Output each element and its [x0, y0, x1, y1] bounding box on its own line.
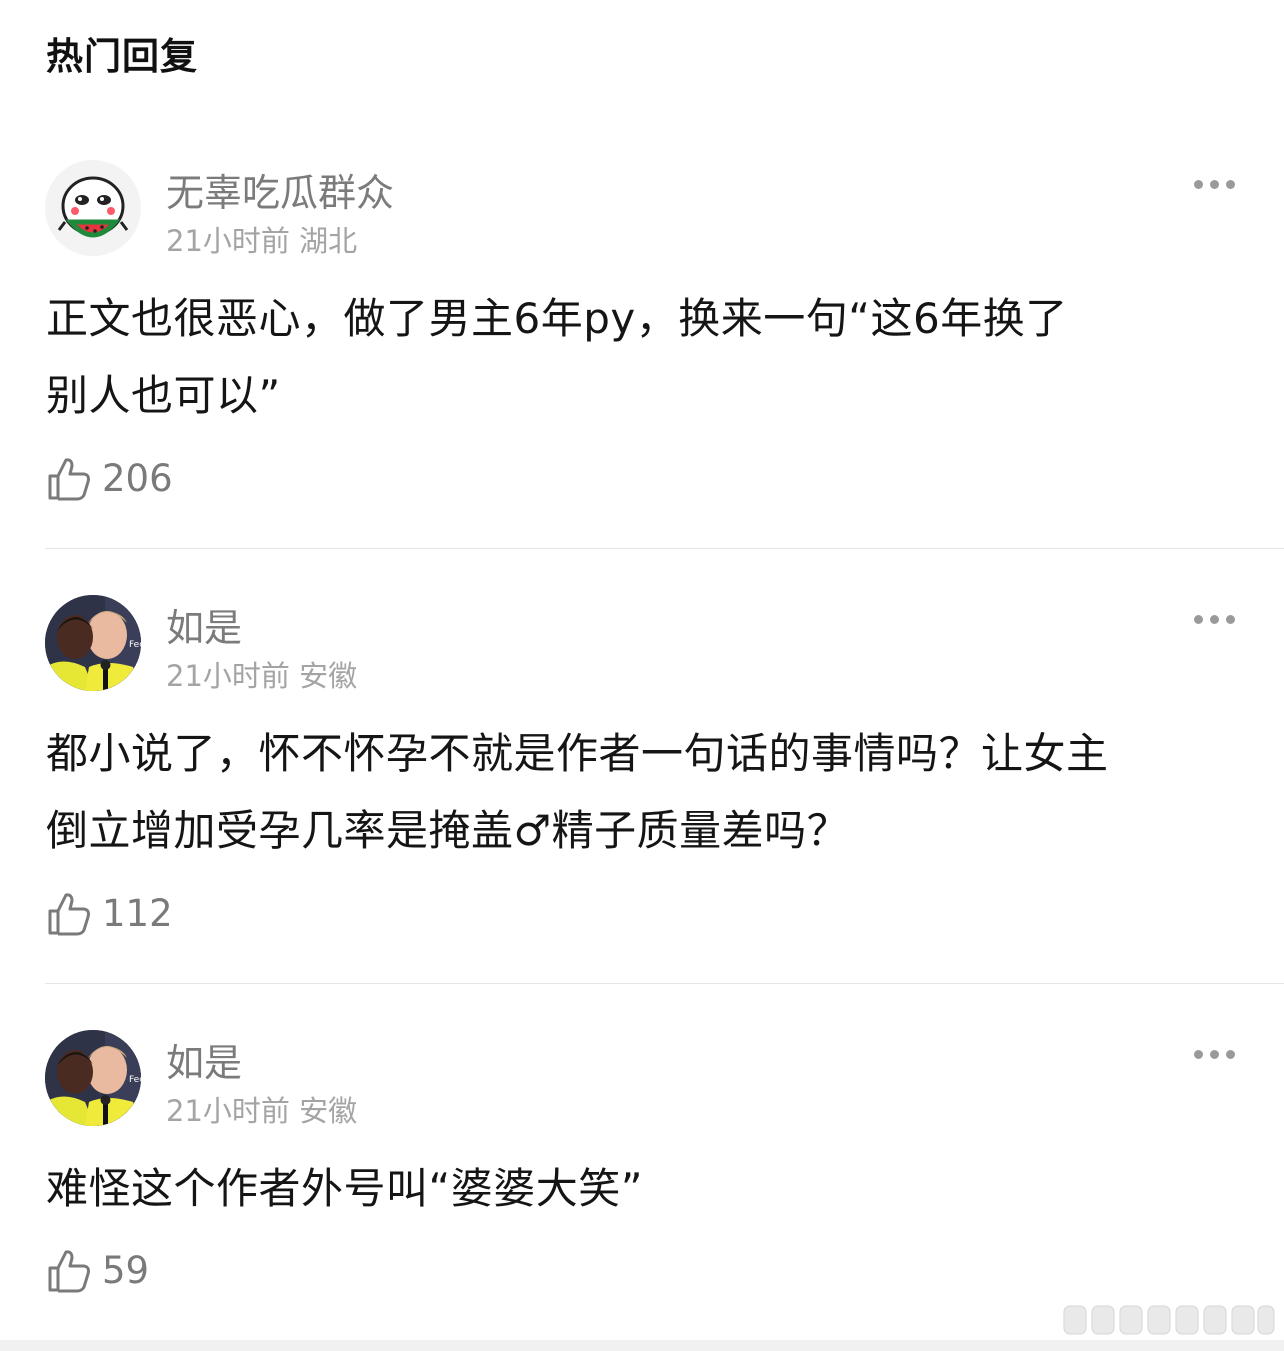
avatar[interactable]: Fed — [45, 1030, 141, 1126]
comment-text: 都小说了，怀不怀孕不就是作者一句话的事情吗？让女主 倒立增加受孕几率是掩盖♂精子… — [46, 715, 1246, 869]
avatar[interactable]: Fed — [45, 595, 141, 691]
svg-text:Fed: Fed — [129, 1075, 141, 1085]
like-count: 59 — [102, 1249, 150, 1292]
svg-text:Fed: Fed — [129, 640, 141, 650]
comment-time: 21小时前 — [166, 224, 290, 258]
comment-location: 安徽 — [299, 1094, 358, 1128]
more-dots-icon — [1194, 615, 1203, 624]
football-players-avatar-icon: Fed — [45, 595, 141, 691]
comment-text-line: 难怪这个作者外号叫“婆婆大笑” — [46, 1164, 644, 1213]
comment-time: 21小时前 — [166, 1094, 290, 1128]
divider — [45, 983, 1284, 984]
thumbs-up-icon — [48, 893, 90, 936]
divider — [45, 548, 1284, 549]
like-count: 112 — [102, 892, 173, 935]
comment-location: 安徽 — [299, 659, 358, 693]
comment-text: 难怪这个作者外号叫“婆婆大笑” — [46, 1150, 1246, 1227]
comment-time: 21小时前 — [166, 659, 290, 693]
username[interactable]: 无辜吃瓜群众 — [166, 162, 394, 217]
thumbs-up-icon — [48, 1250, 90, 1293]
comment-text-line: 正文也很恶心，做了男主6年py，换来一句“这6年换了 — [46, 294, 1068, 343]
comment-text-line: 都小说了，怀不怀孕不就是作者一句话的事情吗？让女主 — [46, 729, 1109, 778]
like-count: 206 — [102, 457, 173, 500]
comment-location: 湖北 — [299, 224, 358, 258]
thumbs-up-icon — [48, 458, 90, 501]
more-dots-icon — [1194, 1050, 1203, 1059]
comment-meta: 21小时前 安徽 — [166, 653, 357, 695]
watermelon-emoji-avatar-icon — [45, 160, 141, 256]
username[interactable]: 如是 — [166, 597, 242, 652]
like-button[interactable]: 59 — [46, 1248, 149, 1294]
comment-meta: 21小时前 湖北 — [166, 218, 357, 260]
comment-text-line: 别人也可以” — [46, 371, 281, 420]
more-options-button[interactable] — [1190, 176, 1240, 192]
like-button[interactable]: 206 — [46, 456, 173, 502]
like-button[interactable]: 112 — [46, 891, 173, 937]
username[interactable]: 如是 — [166, 1032, 242, 1087]
more-dots-icon — [1194, 180, 1203, 189]
section-title-hot-replies: 热门回复 — [46, 35, 198, 78]
more-options-button[interactable] — [1190, 1046, 1240, 1062]
comment-text: 正文也很恶心，做了男主6年py，换来一句“这6年换了 别人也可以” — [46, 280, 1246, 434]
football-players-avatar-icon: Fed — [45, 1030, 141, 1126]
avatar[interactable] — [45, 160, 141, 256]
bottom-bar — [0, 1340, 1284, 1351]
comment-text-line: 倒立增加受孕几率是掩盖♂精子质量差吗？ — [46, 806, 850, 855]
more-options-button[interactable] — [1190, 611, 1240, 627]
watermark-icon — [1063, 1305, 1275, 1335]
watermark-bars — [1062, 1300, 1276, 1340]
comment-meta: 21小时前 安徽 — [166, 1088, 357, 1130]
